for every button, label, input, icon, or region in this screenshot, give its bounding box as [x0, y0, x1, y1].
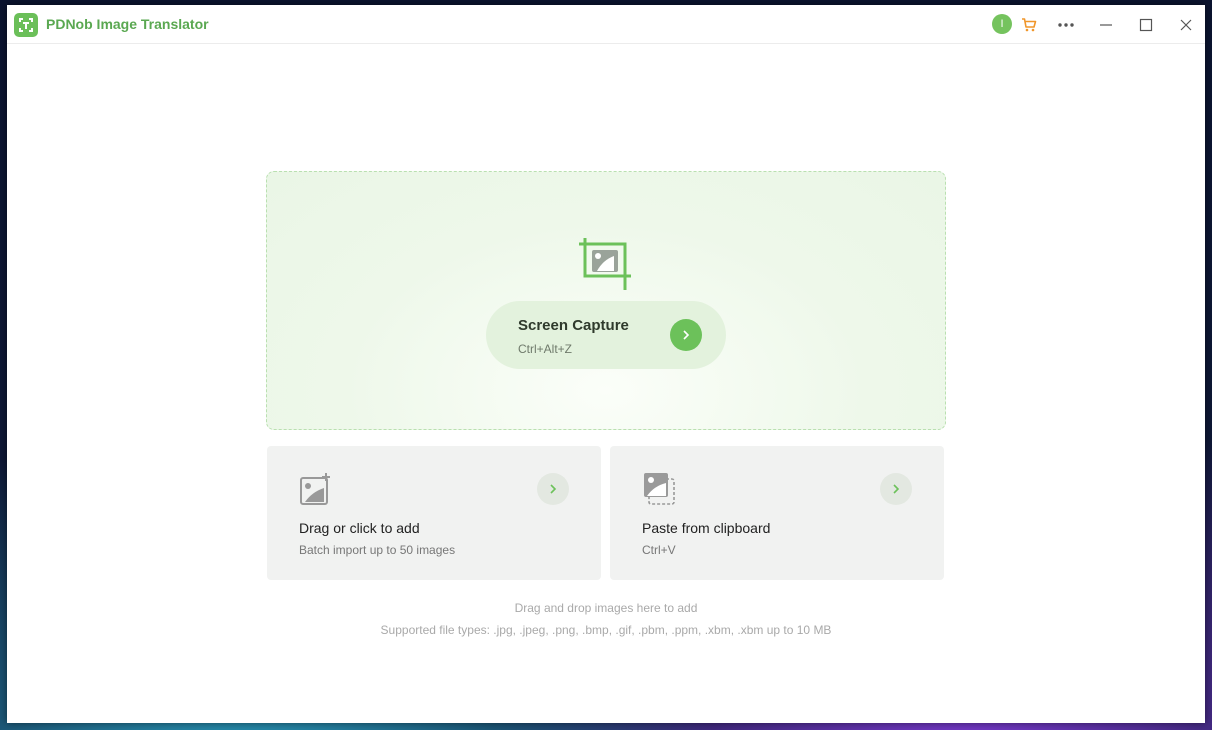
screen-capture-title: Screen Capture [518, 317, 629, 334]
maximize-icon[interactable] [1135, 14, 1157, 36]
screen-capture-zone[interactable]: Screen Capture Ctrl+Alt+Z [266, 171, 946, 430]
drag-drop-hint: Drag and drop images here to add [514, 601, 698, 615]
card-subtitle: Ctrl+V [642, 543, 676, 557]
chevron-right-icon[interactable] [880, 473, 912, 505]
card-title: Drag or click to add [299, 520, 420, 536]
app-logo-icon [14, 13, 38, 37]
app-title: PDNob Image Translator [46, 16, 209, 32]
close-icon[interactable] [1175, 14, 1197, 36]
cart-icon[interactable] [1018, 14, 1040, 36]
app-window: PDNob Image Translator I Screen Capture … [7, 5, 1205, 723]
chevron-right-icon[interactable] [537, 473, 569, 505]
more-icon[interactable] [1055, 14, 1077, 36]
crop-image-icon [579, 236, 635, 292]
clipboard-image-icon [642, 472, 676, 506]
add-image-icon [299, 472, 333, 506]
supported-types-hint: Supported file types: .jpg, .jpeg, .png,… [380, 623, 832, 637]
minimize-icon[interactable] [1095, 14, 1117, 36]
screen-capture-button[interactable]: Screen Capture Ctrl+Alt+Z [486, 301, 726, 369]
main-content: Screen Capture Ctrl+Alt+Z Drag or click [7, 45, 1205, 723]
chevron-right-icon[interactable] [670, 319, 702, 351]
screen-capture-shortcut: Ctrl+Alt+Z [518, 342, 573, 356]
card-title: Paste from clipboard [642, 520, 771, 536]
avatar[interactable]: I [992, 14, 1012, 34]
title-bar: PDNob Image Translator I [7, 5, 1205, 44]
drag-or-click-add-card[interactable]: Drag or click to add Batch import up to … [267, 446, 601, 580]
card-subtitle: Batch import up to 50 images [299, 543, 456, 557]
paste-from-clipboard-card[interactable]: Paste from clipboard Ctrl+V [610, 446, 944, 580]
